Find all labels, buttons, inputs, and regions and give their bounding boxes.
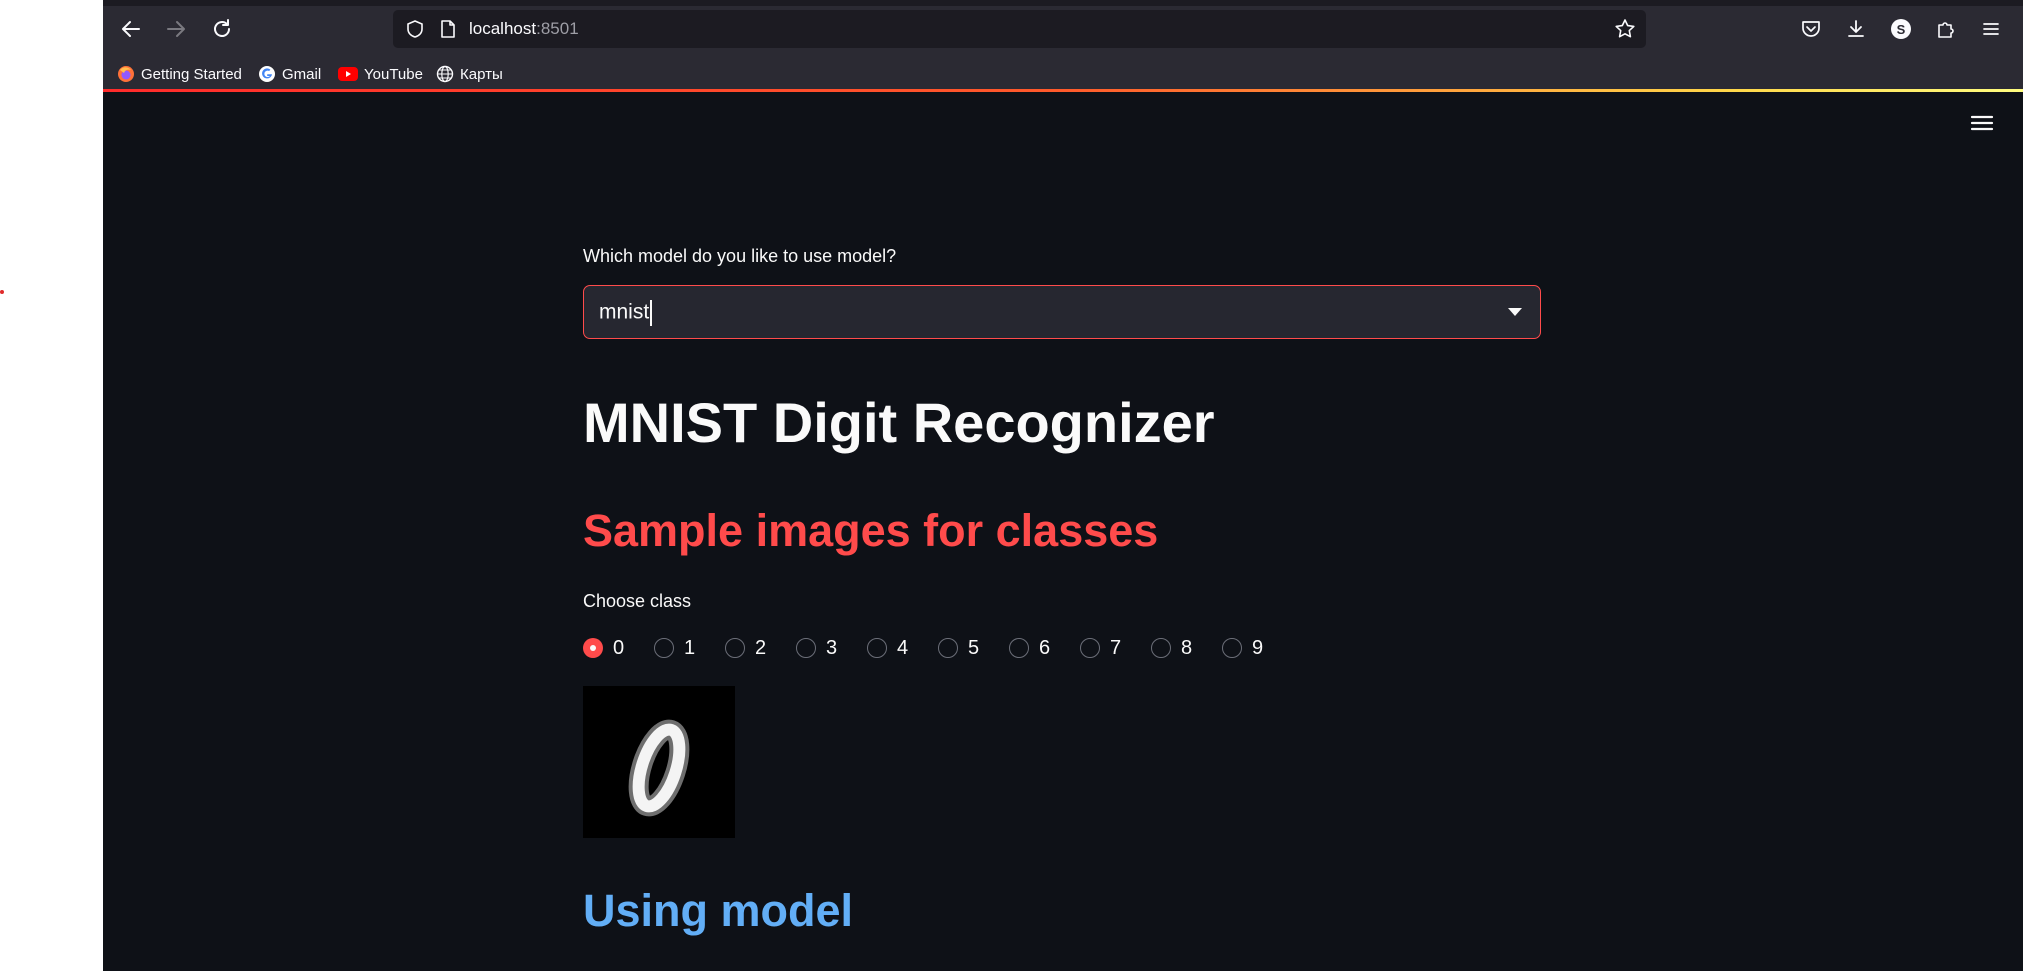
address-bar[interactable]: localhost:8501 <box>393 10 1646 48</box>
radio-circle[interactable] <box>1009 638 1029 658</box>
class-radio-group: 0 1 2 3 4 5 6 7 8 9 <box>583 633 1293 663</box>
bookmark-star-icon[interactable] <box>1614 18 1636 40</box>
bookmark-gmail[interactable]: Gmail <box>258 62 321 86</box>
google-icon <box>259 66 275 82</box>
browser-window: localhost:8501 S Getting Started Gmail Y… <box>103 0 2023 971</box>
stray-red-dot <box>0 290 4 294</box>
sample-images-header: Sample images for classes <box>583 505 1159 556</box>
youtube-icon <box>338 67 358 81</box>
radio-circle[interactable] <box>654 638 674 658</box>
radio-circle[interactable] <box>867 638 887 658</box>
radio-option-0[interactable]: 0 <box>583 633 654 663</box>
radio-option-7[interactable]: 7 <box>1080 633 1151 663</box>
radio-option-label: 0 <box>613 636 625 659</box>
model-select-text: mnist <box>599 300 650 324</box>
hamburger-menu-icon <box>1983 23 1999 35</box>
back-arrow-icon <box>122 21 140 37</box>
profile-initial: S <box>1896 21 1906 37</box>
extensions-button[interactable] <box>1931 14 1961 44</box>
hamburger-menu-icon <box>1970 115 1994 131</box>
browser-menu-button[interactable] <box>1976 14 2006 44</box>
radio-option-3[interactable]: 3 <box>796 633 867 663</box>
pocket-icon <box>1802 21 1820 37</box>
reload-button[interactable] <box>207 14 237 44</box>
forward-button[interactable] <box>161 14 191 44</box>
radio-option-4[interactable]: 4 <box>867 633 938 663</box>
bookmark-youtube[interactable]: YouTube <box>338 62 423 86</box>
chevron-down-icon[interactable] <box>1508 308 1522 316</box>
radio-option-label: 6 <box>1039 636 1051 659</box>
radio-circle[interactable] <box>725 638 745 658</box>
firefox-icon <box>118 66 134 82</box>
radio-circle[interactable] <box>938 638 958 658</box>
bookmark-label: Getting Started <box>141 65 242 83</box>
puzzle-piece-icon <box>1938 22 1954 38</box>
forward-arrow-icon <box>167 21 185 37</box>
class-radio-label: Choose class <box>583 591 692 611</box>
handwritten-zero-image <box>583 686 735 838</box>
radio-circle[interactable] <box>583 638 603 658</box>
radio-option-9[interactable]: 9 <box>1222 633 1293 663</box>
radio-option-label: 4 <box>897 636 909 659</box>
streamlit-decoration-bar <box>103 89 2023 92</box>
downloads-button[interactable] <box>1841 14 1871 44</box>
back-button[interactable] <box>116 14 146 44</box>
radio-circle[interactable] <box>1222 638 1242 658</box>
bookmark-getting-started[interactable]: Getting Started <box>117 62 242 86</box>
pocket-button[interactable] <box>1796 14 1826 44</box>
reload-icon <box>214 19 230 37</box>
radio-circle[interactable] <box>1080 638 1100 658</box>
shield-icon <box>407 20 423 38</box>
radio-option-1[interactable]: 1 <box>654 633 725 663</box>
browser-toolbar: localhost:8501 S <box>103 0 2023 58</box>
bookmark-label: Карты <box>460 65 503 83</box>
url-text: localhost:8501 <box>469 19 579 39</box>
tab-strip <box>103 0 2023 6</box>
radio-option-label: 3 <box>826 636 838 659</box>
page-icon <box>441 20 455 38</box>
radio-option-label: 5 <box>968 636 980 659</box>
globe-icon <box>436 65 454 83</box>
app-main-menu-button[interactable] <box>1969 110 1999 136</box>
radio-option-5[interactable]: 5 <box>938 633 1009 663</box>
radio-option-label: 8 <box>1181 636 1193 659</box>
page-title: MNIST Digit Recognizer <box>583 391 1215 454</box>
url-host: localhost <box>469 19 537 38</box>
using-model-header: Using model <box>583 885 854 936</box>
profile-avatar-icon: S <box>1891 19 1911 39</box>
radio-option-8[interactable]: 8 <box>1151 633 1222 663</box>
model-select-value[interactable]: mnist <box>599 300 653 326</box>
radio-option-6[interactable]: 6 <box>1009 633 1080 663</box>
radio-option-2[interactable]: 2 <box>725 633 796 663</box>
bookmark-label: Gmail <box>282 65 322 83</box>
bookmark-maps[interactable]: Карты <box>436 62 503 86</box>
account-button[interactable]: S <box>1886 14 1916 44</box>
text-cursor <box>650 300 653 326</box>
model-select-label: Which model do you like to use model? <box>583 246 897 266</box>
download-icon <box>1848 20 1864 37</box>
bookmarks-toolbar: Getting Started Gmail YouTube Карты <box>103 58 2023 90</box>
radio-circle[interactable] <box>796 638 816 658</box>
radio-option-label: 1 <box>684 636 696 659</box>
model-select[interactable]: mnist <box>583 285 1541 339</box>
radio-option-label: 2 <box>755 636 767 659</box>
bookmark-label: YouTube <box>364 65 423 83</box>
radio-circle[interactable] <box>1151 638 1171 658</box>
radio-option-label: 7 <box>1110 636 1122 659</box>
radio-option-label: 9 <box>1252 636 1264 659</box>
url-port: :8501 <box>536 19 579 38</box>
sample-digit-image <box>583 686 735 838</box>
